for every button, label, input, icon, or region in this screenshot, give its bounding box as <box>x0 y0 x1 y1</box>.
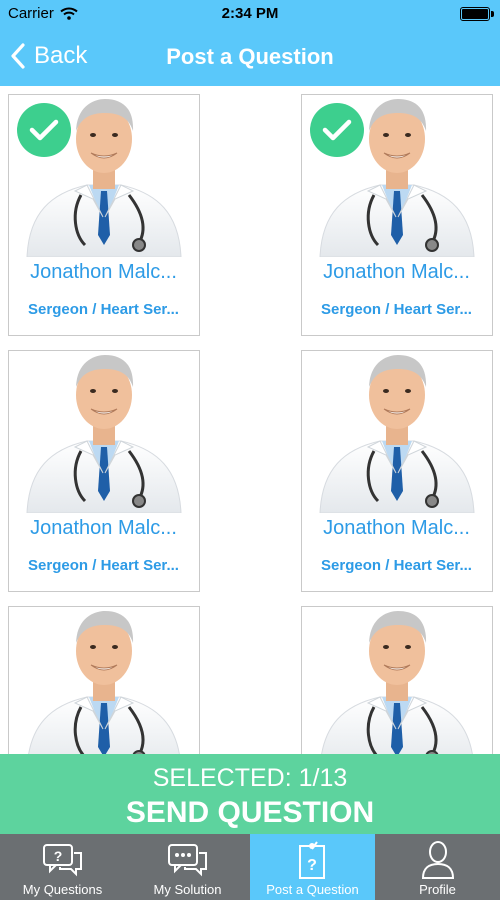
chevron-left-icon <box>11 43 25 69</box>
check-icon <box>17 103 71 157</box>
clock: 2:34 PM <box>221 5 279 22</box>
doctor-specialty: Sergeon / Heart Ser... <box>28 301 179 318</box>
doctor-photo <box>9 351 198 513</box>
doctor-name: Jonathon Malc... <box>323 261 470 283</box>
doctor-card[interactable]: Jonathon Malc... Sergeon / Heart Ser... <box>301 350 493 592</box>
doctor-specialty: Sergeon / Heart Ser... <box>321 301 472 318</box>
back-button[interactable]: Back <box>10 42 87 70</box>
back-label: Back <box>34 42 88 69</box>
tab-my-solution[interactable]: My Solution <box>125 834 250 900</box>
doctor-card[interactable] <box>301 606 493 754</box>
navigation-bar: Back Post a Question <box>0 28 500 86</box>
doctor-photo <box>302 607 491 754</box>
tab-label: Profile <box>419 882 456 897</box>
chat-dots-icon <box>167 840 209 880</box>
tab-label: My Questions <box>22 882 103 897</box>
send-question-label: SEND QUESTION <box>125 796 375 829</box>
selected-count: SELECTED: 1/13 <box>152 764 348 792</box>
send-question-button[interactable]: SELECTED: 1/13 SEND QUESTION <box>0 754 500 834</box>
post-question-icon: ? <box>295 840 331 880</box>
doctor-card[interactable]: Jonathon Malc... Sergeon / Heart Ser... <box>8 350 200 592</box>
tab-label: My Solution <box>153 882 222 897</box>
doctor-name: Jonathon Malc... <box>30 261 177 283</box>
status-bar: Carrier 2:34 PM <box>0 0 500 28</box>
profile-icon <box>420 840 456 880</box>
doctor-name: Jonathon Malc... <box>30 517 177 539</box>
check-icon <box>310 103 364 157</box>
tab-profile[interactable]: Profile <box>375 834 500 900</box>
doctor-specialty: Sergeon / Heart Ser... <box>28 557 179 574</box>
tab-label: Post a Question <box>266 882 359 897</box>
question-chat-icon: ? <box>42 840 84 880</box>
battery-icon <box>460 7 494 21</box>
doctor-photo <box>9 607 198 754</box>
tab-my-questions[interactable]: ? My Questions <box>0 834 125 900</box>
doctor-card[interactable]: Jonathon Malc... Sergeon / Heart Ser... <box>301 94 493 336</box>
doctor-photo <box>302 351 491 513</box>
doctor-grid: Jonathon Malc... Sergeon / Heart Ser... J… <box>0 86 500 754</box>
doctor-specialty: Sergeon / Heart Ser... <box>321 557 472 574</box>
tab-bar: ? My Questions My Solution ? Post a Ques… <box>0 834 500 900</box>
doctor-card[interactable] <box>8 606 200 754</box>
svg-text:?: ? <box>307 857 317 874</box>
tab-post-a-question[interactable]: ? Post a Question <box>250 834 375 900</box>
doctor-card[interactable]: Jonathon Malc... Sergeon / Heart Ser... <box>8 94 200 336</box>
svg-text:?: ? <box>53 848 62 864</box>
doctor-name: Jonathon Malc... <box>323 517 470 539</box>
